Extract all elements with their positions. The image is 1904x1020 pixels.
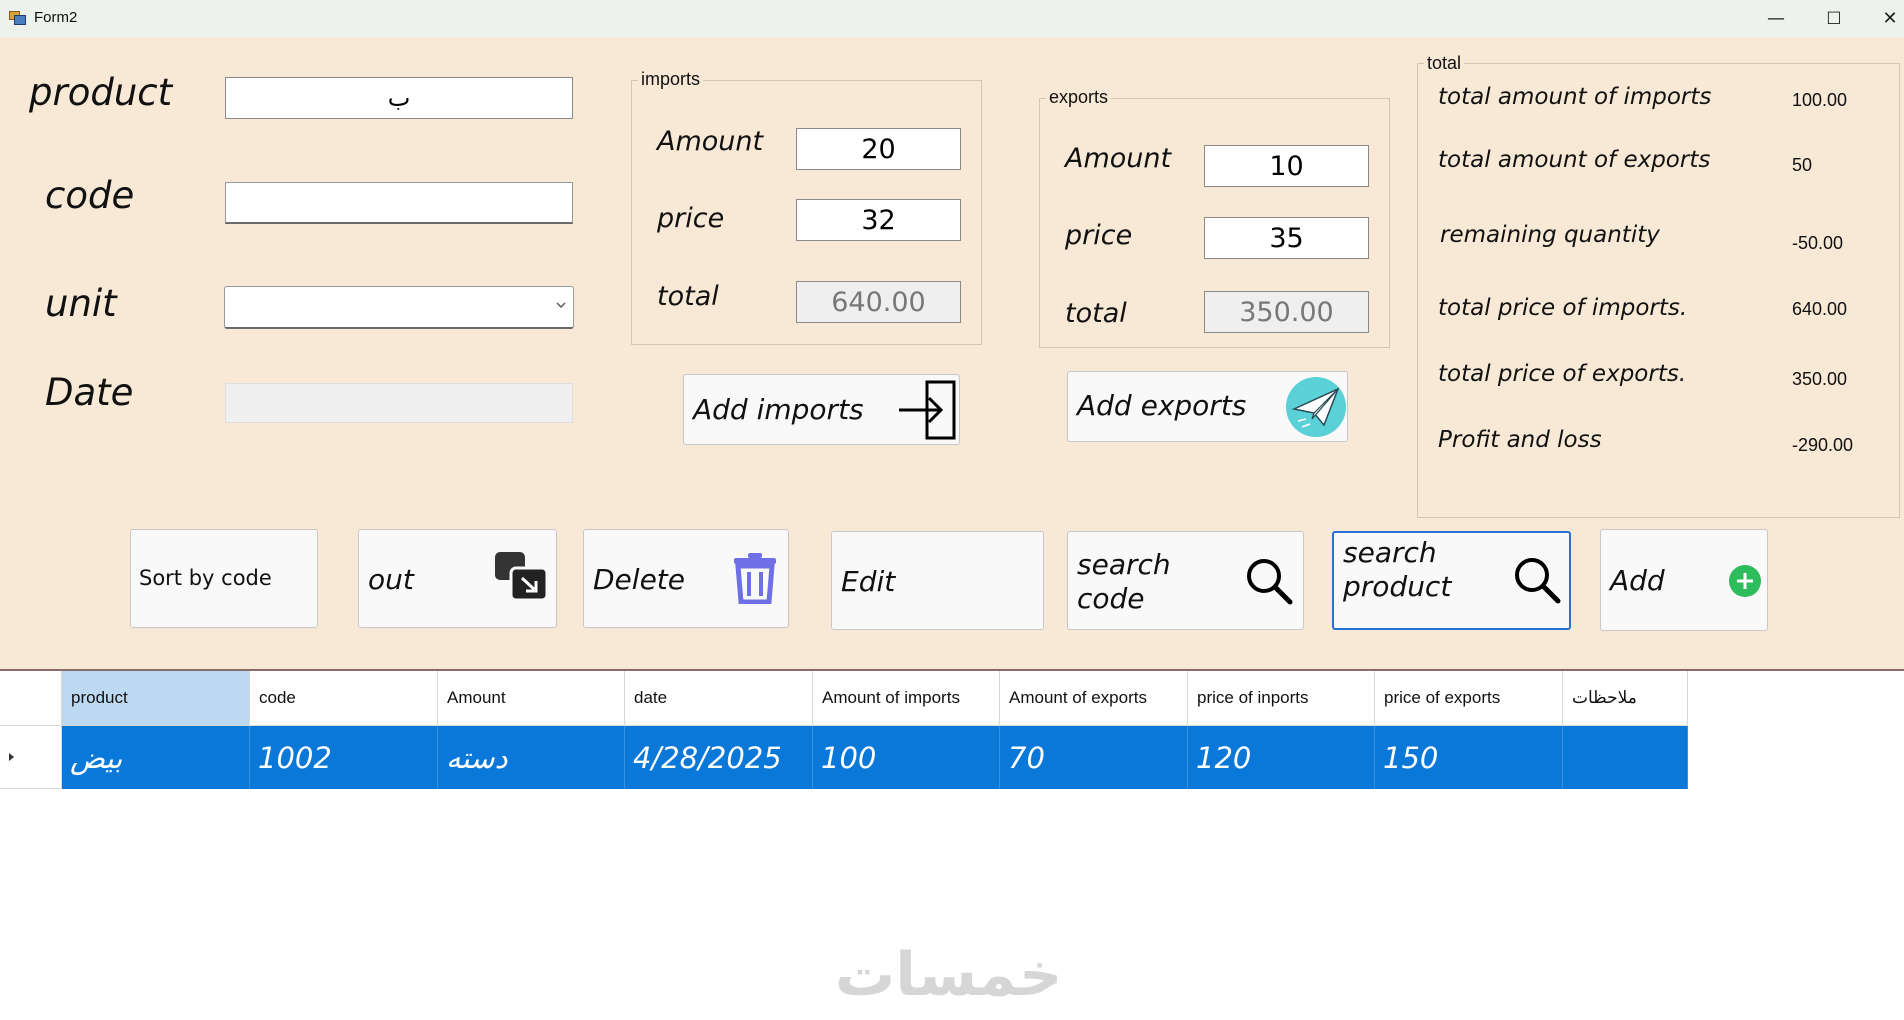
- total-label: total amount of imports: [1438, 84, 1712, 110]
- table-cell[interactable]: دسته: [438, 726, 625, 789]
- title-bar: Form2 — ☐ ✕: [0, 0, 1904, 37]
- sort-by-code-label: Sort by code: [139, 566, 272, 590]
- code-label: code: [45, 174, 135, 217]
- app-icon: [9, 11, 26, 25]
- total-label: remaining quantity: [1440, 222, 1660, 248]
- table-cell[interactable]: 70: [1000, 726, 1188, 789]
- product-input[interactable]: ب: [225, 77, 573, 119]
- search-icon: [1244, 556, 1294, 610]
- total-value: -290.00: [1792, 435, 1854, 455]
- search-code-button[interactable]: search code: [1067, 531, 1304, 630]
- column-header-price-of-imports[interactable]: price of inports: [1188, 671, 1375, 726]
- chevron-down-icon: [554, 297, 568, 316]
- column-header-amount-of-exports[interactable]: Amount of exports: [1000, 671, 1188, 726]
- date-label: Date: [45, 371, 134, 414]
- maximize-button[interactable]: ☐: [1806, 0, 1862, 37]
- exports-group-title: exports: [1046, 87, 1112, 108]
- exports-total-label: total: [1065, 298, 1127, 329]
- unit-select[interactable]: [224, 286, 574, 329]
- paper-plane-icon: [1284, 375, 1348, 443]
- total-value: 100.00: [1792, 90, 1848, 110]
- total-label: total price of exports.: [1438, 361, 1687, 387]
- exports-total-field: 350.00: [1204, 291, 1369, 333]
- total-label: Profit and loss: [1438, 427, 1602, 453]
- column-header-code[interactable]: code: [250, 671, 438, 726]
- edit-label: Edit: [841, 565, 896, 598]
- total-value: -50.00: [1792, 233, 1844, 253]
- exports-price-label: price: [1065, 220, 1133, 251]
- add-button[interactable]: Add: [1600, 529, 1768, 631]
- totals-group-title: total: [1424, 53, 1465, 74]
- out-label: out: [368, 563, 414, 596]
- delete-label: Delete: [593, 563, 685, 596]
- search-code-label-2: code: [1077, 582, 1145, 615]
- add-imports-button[interactable]: Add imports: [683, 374, 960, 445]
- search-product-button[interactable]: search product: [1332, 531, 1571, 630]
- add-imports-label: Add imports: [693, 393, 864, 426]
- search-product-label-1: search: [1343, 536, 1437, 569]
- close-button[interactable]: ✕: [1862, 0, 1904, 37]
- imports-amount-input[interactable]: 20: [796, 128, 961, 170]
- imports-price-label: price: [657, 203, 725, 234]
- out-button[interactable]: out: [358, 529, 557, 628]
- form-panel: product ب code unit Date imports Amount …: [0, 37, 1904, 669]
- exports-amount-input[interactable]: 10: [1204, 145, 1369, 187]
- search-code-label-1: search: [1077, 548, 1171, 581]
- exports-price-input[interactable]: 35: [1204, 217, 1369, 259]
- table-cell[interactable]: 150: [1375, 726, 1563, 789]
- table-cell[interactable]: [1563, 726, 1688, 789]
- export-icon: [495, 552, 549, 606]
- trash-icon: [732, 552, 778, 608]
- code-input[interactable]: [225, 182, 573, 224]
- imports-price-input[interactable]: 32: [796, 199, 961, 241]
- search-icon: [1512, 555, 1562, 609]
- imports-total-label: total: [657, 281, 719, 312]
- imports-total-field: 640.00: [796, 281, 961, 323]
- table-cell[interactable]: 4/28/2025: [625, 726, 813, 789]
- watermark-logo: خمسات: [835, 940, 1063, 1010]
- sign-in-icon: [897, 379, 959, 445]
- date-picker[interactable]: [225, 383, 573, 423]
- column-header-price-of-exports[interactable]: price of exports: [1375, 671, 1563, 726]
- sort-by-code-button[interactable]: Sort by code: [130, 529, 318, 628]
- search-product-label-2: product: [1343, 570, 1452, 603]
- total-value: 640.00: [1792, 299, 1848, 319]
- minimize-button[interactable]: —: [1748, 0, 1804, 37]
- imports-group-title: imports: [638, 69, 704, 90]
- plus-circle-icon: [1728, 564, 1762, 602]
- total-label: total amount of exports: [1438, 147, 1711, 173]
- exports-amount-label: Amount: [1065, 143, 1172, 174]
- table-cell[interactable]: بيض: [62, 726, 250, 789]
- add-exports-label: Add exports: [1077, 389, 1247, 422]
- table-cell[interactable]: 1002: [250, 726, 438, 789]
- grid-corner-header: [0, 671, 62, 726]
- column-header-notes[interactable]: ملاحظات: [1563, 671, 1688, 726]
- current-row-icon: [9, 753, 14, 761]
- table-cell[interactable]: 100: [813, 726, 1000, 789]
- column-header-amount[interactable]: Amount: [438, 671, 625, 726]
- column-header-amount-of-imports[interactable]: Amount of imports: [813, 671, 1000, 726]
- column-header-date[interactable]: date: [625, 671, 813, 726]
- unit-label: unit: [45, 282, 117, 325]
- add-exports-button[interactable]: Add exports: [1067, 371, 1348, 442]
- edit-button[interactable]: Edit: [831, 531, 1044, 630]
- total-label: total price of imports.: [1438, 295, 1688, 321]
- total-value: 350.00: [1792, 369, 1848, 389]
- window-title: Form2: [34, 9, 78, 26]
- product-label: product: [29, 71, 173, 114]
- table-cell[interactable]: 120: [1188, 726, 1375, 789]
- imports-amount-label: Amount: [657, 126, 764, 157]
- add-label: Add: [1610, 564, 1665, 597]
- total-value: 50: [1792, 155, 1813, 175]
- row-header[interactable]: [0, 726, 62, 789]
- delete-button[interactable]: Delete: [583, 529, 789, 628]
- column-header-product[interactable]: product: [62, 671, 250, 726]
